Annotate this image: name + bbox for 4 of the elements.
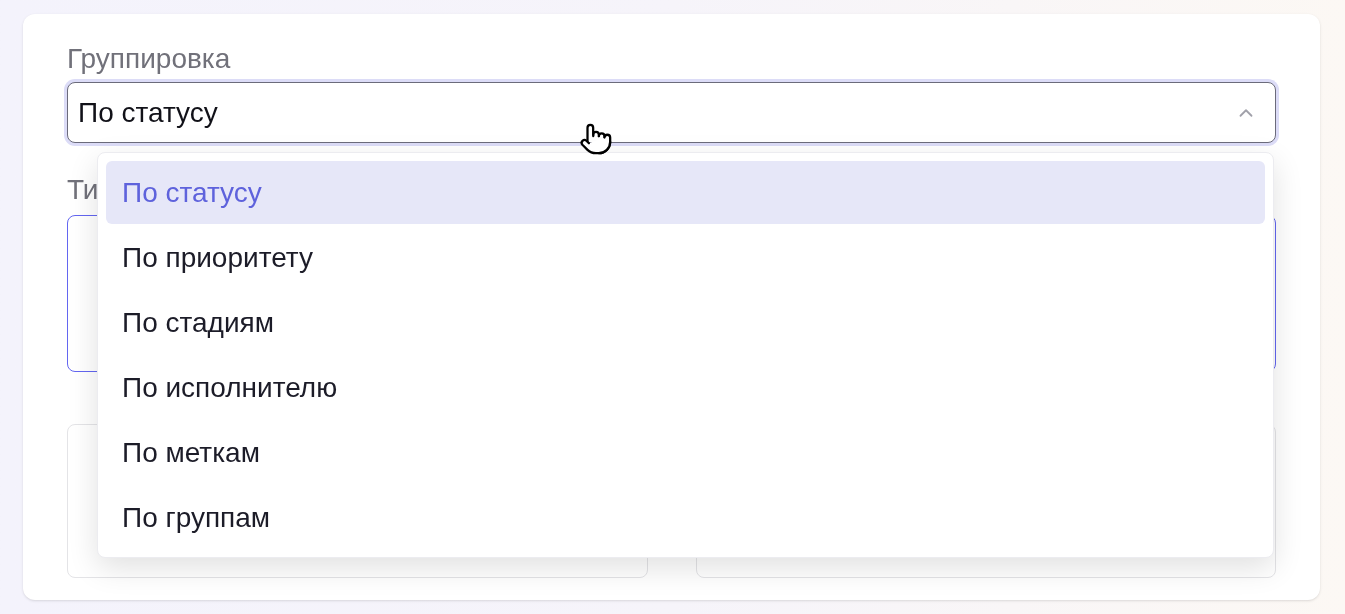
select-field[interactable]: По статусу	[67, 82, 1276, 143]
field-label: Ти	[67, 173, 99, 207]
dropdown-option[interactable]: По статусу	[106, 161, 1265, 224]
field-label: Группировка	[67, 42, 231, 76]
